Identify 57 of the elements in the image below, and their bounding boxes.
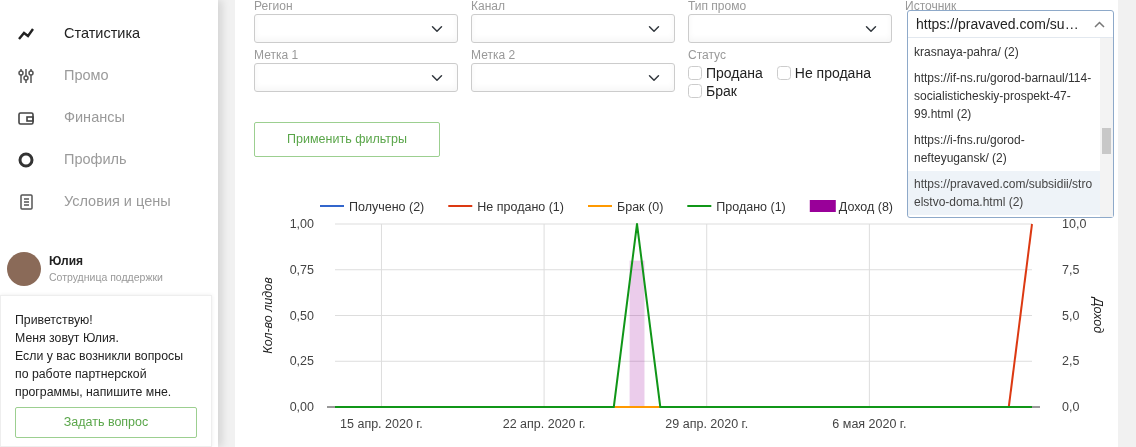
field-label: Метка 1 [254, 49, 300, 61]
legend-label: Не продано (1) [477, 199, 564, 214]
checkbox-label: Брак [706, 82, 737, 100]
scrollbar-thumb[interactable] [1102, 128, 1111, 154]
scrollbar[interactable] [1100, 38, 1113, 217]
axis-tick-label: 10,0 [1062, 217, 1087, 231]
legend-swatch [809, 200, 836, 212]
axis-tick-label: 0,0 [1062, 400, 1080, 414]
axis-tick-label: 0,50 [289, 308, 314, 323]
dropdown-option[interactable]: https://i-fns.ru/gorod-nefteyugansk/ (2) [908, 127, 1100, 171]
axis-title: Кол-во лидов [261, 277, 275, 354]
axis-tick-label: 5,0 [1062, 308, 1080, 323]
nav-item[interactable]: Статистика [0, 22, 218, 46]
field-label: Статус [688, 49, 727, 61]
axis-tick-label: 0,00 [289, 400, 314, 414]
avatar [7, 252, 41, 286]
select-field[interactable] [254, 63, 458, 92]
support-role: Сотрудница поддержки [49, 270, 163, 286]
legend-label: Получено (2) [349, 199, 425, 214]
checkbox[interactable] [776, 66, 791, 80]
checkbox-label: Не продана [794, 64, 871, 82]
document-icon [17, 193, 35, 211]
field-label: Метка 2 [471, 49, 517, 61]
axis-tick-label: 1,00 [289, 217, 314, 231]
source-dropdown[interactable]: https://pravaved.com/su… [908, 11, 1113, 37]
checkbox-label: Продана [706, 64, 763, 82]
axis-tick-label: 2,5 [1062, 354, 1080, 369]
wallet-icon [17, 109, 35, 127]
axis-title: Доход [1091, 297, 1105, 334]
support-message: Приветствую! Меня зовут Юлия. Если у вас возникли вопросы по работе партнерской программы, напишите мне. [15, 312, 184, 401]
support-name: Юлия [49, 253, 85, 271]
dropdown-option[interactable]: krasnaya-pahra/ (2) [908, 39, 1100, 65]
field-label: Канал [471, 0, 506, 12]
axis-tick-label: 15 апр. 2020 г. [340, 417, 423, 431]
select-field[interactable] [688, 14, 892, 43]
axis-tick-label: 29 апр. 2020 г. [665, 417, 749, 431]
legend-label: Продано (1) [716, 199, 786, 214]
axis-tick-label: 6 мая 2020 г. [832, 417, 907, 431]
dropdown-option[interactable]: https://if-ns.ru/gorod-barnaul/114-socialisticheskiy-prospekt-47-99.html (2) [908, 65, 1100, 127]
field-label: Источник [905, 0, 958, 12]
select-field[interactable] [471, 63, 675, 92]
sliders-icon [17, 67, 35, 85]
axis-tick-label: 0,75 [289, 262, 314, 277]
legend-label: Брак (0) [617, 199, 664, 214]
select-field[interactable] [471, 14, 675, 43]
checkbox[interactable] [688, 84, 702, 98]
field-label: Регион [254, 0, 294, 12]
select-field[interactable] [254, 14, 458, 43]
legend-label: Доход (8) [838, 199, 894, 214]
checkbox[interactable] [688, 66, 702, 80]
field-label: Тип промо [688, 0, 748, 12]
dropdown-option[interactable]: https://pravaved.com/subsidii/stroelstvo-doma.html (2) [908, 171, 1100, 215]
axis-tick-label: 7,5 [1062, 262, 1080, 277]
axis-tick-label: 0,25 [289, 354, 314, 369]
chevron-icon [1094, 20, 1105, 28]
axis-tick-label: 22 апр. 2020 г. [502, 417, 586, 431]
gear-icon [17, 151, 35, 169]
